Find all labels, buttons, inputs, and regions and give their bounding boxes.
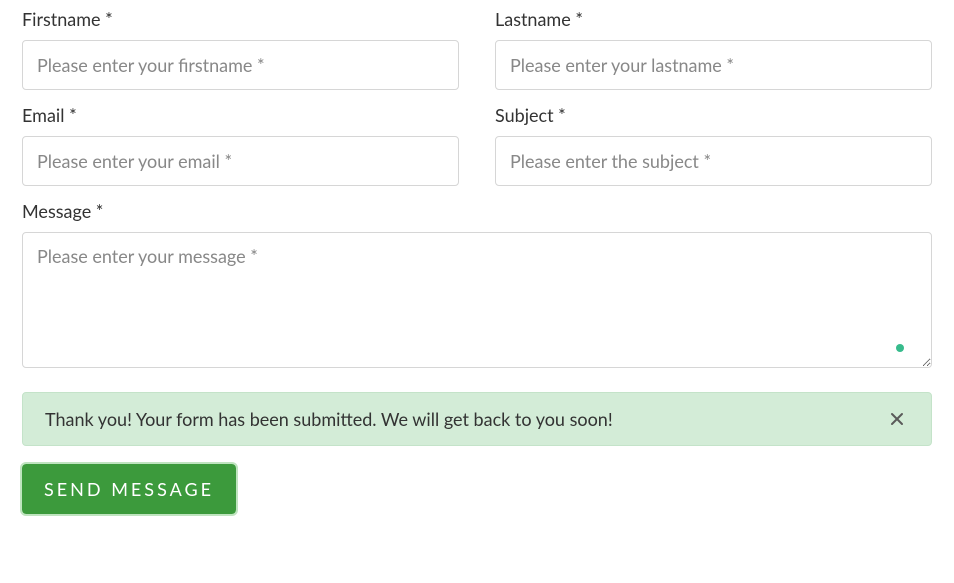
email-input[interactable] <box>22 136 459 186</box>
alert-message: Thank you! Your form has been submitted.… <box>45 408 613 430</box>
success-alert: Thank you! Your form has been submitted.… <box>22 392 932 446</box>
message-group: Message * <box>22 200 932 372</box>
lastname-label: Lastname * <box>495 8 932 30</box>
send-message-button[interactable]: SEND MESSAGE <box>22 464 236 514</box>
status-indicator-dot <box>896 344 904 352</box>
subject-input[interactable] <box>495 136 932 186</box>
alert-close-button[interactable] <box>885 407 909 431</box>
firstname-input[interactable] <box>22 40 459 90</box>
contact-form: Firstname * Lastname * Email * Subject *… <box>22 8 932 514</box>
firstname-group: Firstname * <box>22 8 459 90</box>
subject-label: Subject * <box>495 104 932 126</box>
message-label: Message * <box>22 200 932 222</box>
textarea-wrapper <box>22 232 932 372</box>
firstname-label: Firstname * <box>22 8 459 30</box>
message-textarea[interactable] <box>22 232 932 368</box>
email-label: Email * <box>22 104 459 126</box>
lastname-input[interactable] <box>495 40 932 90</box>
subject-group: Subject * <box>495 104 932 186</box>
close-icon <box>890 412 904 426</box>
name-row: Firstname * Lastname * <box>22 8 932 90</box>
email-subject-row: Email * Subject * <box>22 104 932 186</box>
email-group: Email * <box>22 104 459 186</box>
lastname-group: Lastname * <box>495 8 932 90</box>
